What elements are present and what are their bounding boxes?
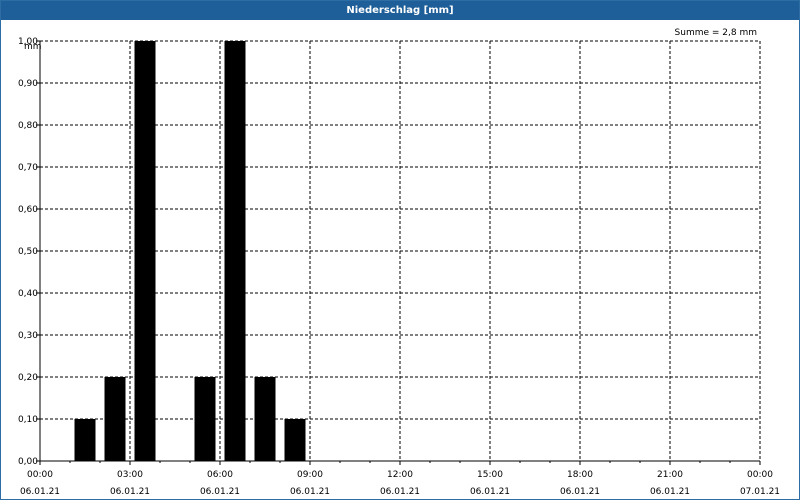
x-tick-date-label: 06.01.21 [200, 487, 240, 497]
x-tick-time-label: 12:00 [387, 470, 413, 480]
y-tick-label: 0,60 [18, 205, 38, 215]
precipitation-bar [194, 377, 216, 461]
y-tick-label: 0,10 [18, 415, 38, 425]
x-tick-time-label: 06:00 [207, 470, 233, 480]
x-tick-time-label: 03:00 [117, 470, 143, 480]
y-axis-label: mm [24, 42, 42, 52]
precipitation-bar [74, 419, 96, 461]
x-tick-time-label: 21:00 [657, 470, 683, 480]
tick-labels: 0,00 0,10 0,20 0,30 0,40 0,50 0,60 0,70 0,80 0,90… [18, 37, 780, 497]
x-tick-date-label: 06.01.21 [110, 487, 150, 497]
x-tick-date-label: 06.01.21 [650, 487, 690, 497]
precipitation-bar [134, 41, 156, 461]
y-tick-label: 0,70 [18, 163, 38, 173]
chart-window: Niederschlag [mm] 0,00 0,10 0,20 0,30 0,40 0,… [0, 0, 800, 500]
precipitation-bar [104, 377, 126, 461]
y-tick-label: 0,30 [18, 331, 38, 341]
x-tick-time-label: 18:00 [567, 470, 593, 480]
x-tick-date-label: 06.01.21 [20, 487, 60, 497]
y-tick-label: 0,40 [18, 289, 38, 299]
x-tick-time-label: 00:00 [27, 470, 53, 480]
y-tick-label: 0,50 [18, 247, 38, 257]
x-tick-date-label: 06.01.21 [470, 487, 510, 497]
precipitation-bar [284, 419, 306, 461]
x-tick-time-label: 15:00 [477, 470, 503, 480]
x-tick-date-label: 06.01.21 [290, 487, 330, 497]
precipitation-chart: 0,00 0,10 0,20 0,30 0,40 0,50 0,60 0,70 0,80 0,90… [18, 28, 780, 497]
y-tick-label: 0,00 [18, 457, 38, 467]
x-tick-time-label: 00:00 [747, 470, 773, 480]
x-tick-date-label: 06.01.21 [380, 487, 420, 497]
x-tick-time-label: 09:00 [297, 470, 323, 480]
x-tick-date-label: 07.01.21 [740, 487, 780, 497]
precipitation-bar [224, 41, 246, 461]
precipitation-bar [254, 377, 276, 461]
precipitation-sum-label: Summe = 2,8 mm [675, 28, 757, 38]
y-tick-label: 0,90 [18, 79, 38, 89]
y-tick-label: 0,80 [18, 121, 38, 131]
y-tick-label: 0,20 [18, 373, 38, 383]
x-tick-date-label: 06.01.21 [560, 487, 600, 497]
